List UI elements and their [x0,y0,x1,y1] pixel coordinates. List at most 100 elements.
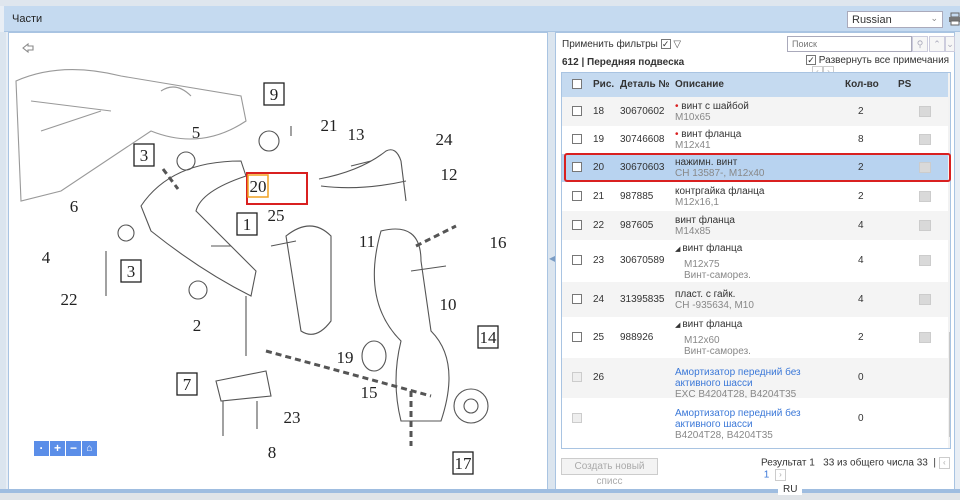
note-icon[interactable] [919,134,931,145]
part-name: контргайка фланца [675,186,835,197]
row-checkbox[interactable] [572,105,582,116]
description: Амортизатор передний без активного шасси… [675,367,835,400]
table-row[interactable]: 24 31395835 пласт. с гайк. CH -935634, M… [562,282,948,317]
fig-number: 22 [593,219,605,231]
callout-7[interactable]: 7 [183,375,192,394]
filter-icon[interactable]: ▽ [673,39,681,50]
panel-splitter[interactable]: ◀ [548,32,555,492]
apply-filters[interactable]: Применить фильтры ✓ ▽ [562,39,681,50]
table-row[interactable]: 25 988926 ◢ винт фланца M12x60 Винт-самор… [562,317,948,358]
select-all-checkbox[interactable] [572,79,582,89]
search-icon[interactable]: ⚲ [912,36,928,52]
row-checkbox [572,372,582,382]
callout-4[interactable]: 4 [42,248,51,267]
callout-21[interactable]: 21 [321,116,338,135]
callout-3[interactable]: 3 [140,146,149,165]
callout-23[interactable]: 23 [284,408,301,427]
next-match-button[interactable]: ⌄ [945,36,955,52]
callout-1[interactable]: 1 [243,215,252,234]
part-name: ◢ винт фланца [675,319,835,331]
row-checkbox[interactable] [572,255,582,265]
callout-22[interactable]: 22 [61,290,78,309]
callout-13[interactable]: 13 [348,125,365,144]
bushing-drawing [258,130,280,152]
part-note: M12x75 [684,258,720,270]
zoom-in-button[interactable]: + [50,441,65,456]
part-note: Винт-саморез. [684,269,751,281]
callout-12[interactable]: 12 [441,165,458,184]
result-count: Результат 1 33 из общего числа 33 [761,457,928,469]
pointer-tool-button[interactable]: · [34,441,49,456]
note-icon[interactable] [919,219,931,231]
prev-match-button[interactable]: ⌃ [929,36,945,52]
quantity: 8 [858,134,864,145]
callout-20[interactable]: 20 [250,177,267,196]
col-ps[interactable]: PS [898,79,911,90]
row-checkbox[interactable] [572,293,582,304]
language-select[interactable]: Russian ⌄ [847,11,943,28]
note-icon[interactable] [919,255,931,266]
callout-11[interactable]: 11 [359,232,375,251]
part-note: B4204T28, B4204T35 [675,430,773,441]
apply-filters-checkbox[interactable]: ✓ [660,39,671,50]
callout-15[interactable]: 15 [361,383,378,402]
callout-19[interactable]: 19 [337,348,354,367]
part-name[interactable]: Амортизатор передний без активного шасси [675,367,835,389]
note-icon[interactable] [919,105,931,117]
table-row[interactable]: Амортизатор передний без активного шасси… [562,398,948,441]
part-name-text: пласт. с гайк. [675,288,736,300]
col-desc[interactable]: Описание [675,79,724,90]
description: пласт. с гайк. CH -935634, M10 [675,289,835,311]
note-icon[interactable] [919,331,931,343]
table-row[interactable]: 22 987605 винт фланца M14x85 4 [562,211,948,240]
callout-6[interactable]: 6 [70,197,79,216]
callout-25[interactable]: 25 [268,206,285,225]
home-button[interactable]: ⌂ [82,441,97,456]
callout-17[interactable]: 17 [455,454,473,473]
page-number[interactable]: 1 [764,470,770,481]
row-checkbox[interactable] [572,190,582,201]
part-name: ◢ винт фланца [675,243,835,255]
part-name: • винт фланца [675,129,835,140]
part-note: M12x60 [684,335,720,346]
row-checkbox[interactable] [572,219,582,230]
zoom-out-button[interactable]: − [66,441,81,456]
search-input[interactable] [787,36,912,52]
window-title: Части [12,13,43,25]
dashed-line [161,168,457,446]
col-qty[interactable]: Кол-во [845,79,879,90]
callout-24[interactable]: 24 [436,130,454,149]
create-list-button[interactable]: Создать новый списс [561,458,658,487]
row-checkbox[interactable] [572,331,582,342]
table-row[interactable]: 18 30670602 • винт с шайбой M10x65 2 [562,97,948,126]
col-part[interactable]: Деталь № [620,79,670,90]
callout-3[interactable]: 3 [127,262,136,281]
callout-14[interactable]: 14 [480,328,498,347]
callout-5[interactable]: 5 [192,123,201,142]
next-page-button[interactable]: › [774,469,786,481]
row-checkbox[interactable] [572,134,582,144]
printer-icon[interactable] [948,12,960,26]
table-row[interactable]: 23 30670589 ◢ винт фланца M12x75 Винт-сам… [562,240,948,282]
part-name: пласт. с гайк. [675,289,835,300]
note-icon[interactable] [919,190,931,202]
note-icon[interactable] [919,293,931,305]
table-row[interactable]: 19 30746608 • винт фланца M12x41 8 [562,126,948,154]
expand-notes-checkbox[interactable]: ✓ [806,55,816,66]
callout-8[interactable]: 8 [268,443,277,462]
description: контргайка фланца M12x16,1 [675,186,835,208]
callout-16[interactable]: 16 [490,233,507,252]
part-number: 30670589 [620,255,665,266]
col-fig[interactable]: Рис. [593,79,614,90]
callout-9[interactable]: 9 [270,85,279,104]
parts-diagram[interactable]: 9 21 5 3 13 24 12 20 6 1 25 11 16 4 3 22 10 2 14 19 15 7 23 8 17 [9,33,547,491]
table-row[interactable]: 21 987885 контргайка фланца M12x16,1 2 [562,182,948,211]
callout-2[interactable]: 2 [193,316,202,335]
prev-page-button[interactable]: ‹ [938,457,950,469]
callout-10[interactable]: 10 [440,295,457,314]
part-name[interactable]: Амортизатор передний без активного шасси [675,408,835,430]
diagram-panel[interactable]: 9 21 5 3 13 24 12 20 6 1 25 11 16 4 3 22 10 2 14 19 15 7 23 8 17… [8,32,548,492]
upper-arm-drawing [318,149,407,202]
table-row[interactable]: 26 Амортизатор передний без активного ша… [562,358,948,400]
scrollbar-thumb[interactable] [949,332,950,437]
